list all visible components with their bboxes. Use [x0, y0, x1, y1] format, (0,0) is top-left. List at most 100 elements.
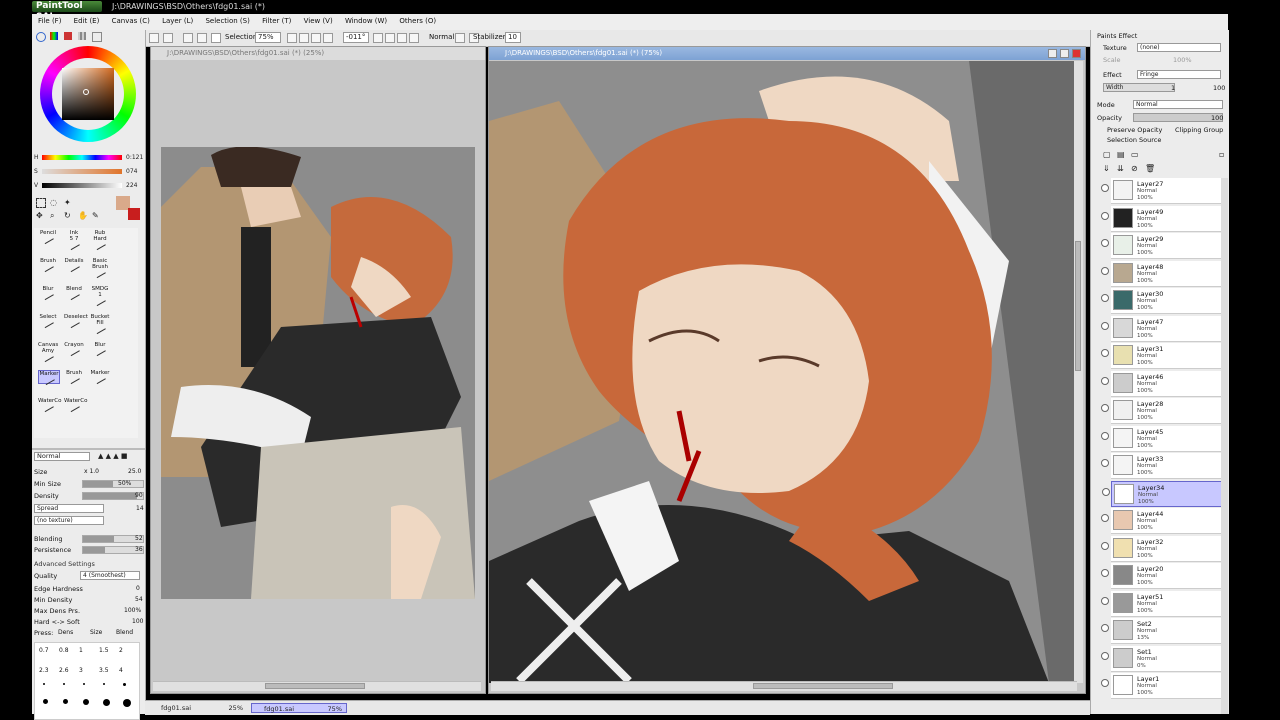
menu-others[interactable]: Others (O): [399, 17, 436, 25]
brush-mode-select[interactable]: Normal: [34, 452, 90, 461]
spread-value[interactable]: 14: [136, 505, 144, 512]
tool-waterco[interactable]: WaterCo: [64, 398, 87, 413]
menu-file[interactable]: File (F): [38, 17, 61, 25]
tool-select[interactable]: Select: [38, 314, 58, 329]
maximize-button[interactable]: [1060, 49, 1069, 58]
size-preset-dot[interactable]: [83, 683, 85, 685]
canvas-window-75[interactable]: J:\DRAWINGS\BSD\Others\fdg01.sai (*) (75…: [488, 46, 1086, 694]
menu-canvas[interactable]: Canvas (C): [112, 17, 150, 25]
new-layer-icon[interactable]: ▢: [1103, 150, 1111, 159]
deselect-button[interactable]: [183, 33, 193, 43]
scratchpad-icon[interactable]: [92, 32, 102, 42]
canvas-tab-2[interactable]: fdg01.sai 75%: [251, 703, 347, 713]
eye-icon[interactable]: [1101, 321, 1109, 330]
eye-icon[interactable]: [1101, 349, 1109, 357]
size-preset-dot[interactable]: [103, 699, 110, 706]
layer-row[interactable]: Layer49 Normal 100%: [1101, 205, 1222, 232]
size-preset[interactable]: 0.8: [59, 647, 69, 654]
tool-ink[interactable]: Ink 5 7: [64, 230, 84, 251]
flip-button[interactable]: [409, 33, 419, 43]
value-slider[interactable]: [42, 183, 122, 188]
menu-window[interactable]: Window (W): [345, 17, 387, 25]
size-multiplier[interactable]: x 1.0: [84, 468, 99, 475]
color-picker-cursor[interactable]: [83, 89, 89, 95]
layer-row[interactable]: Layer31 Normal 100%: [1101, 343, 1222, 369]
layer-row[interactable]: Layer46 Normal 100%: [1101, 370, 1222, 397]
size-preset-dot[interactable]: [123, 683, 126, 686]
eye-icon[interactable]: [1101, 266, 1109, 275]
texture-select[interactable]: (no texture): [34, 516, 104, 525]
hue-slider[interactable]: [42, 155, 122, 160]
opacity-slider[interactable]: [1133, 113, 1223, 122]
layer-row[interactable]: Layer51 Normal 100%: [1101, 590, 1222, 617]
press-blend-checkbox[interactable]: Blend: [116, 629, 133, 636]
tool-pencil[interactable]: Pencil: [38, 230, 58, 245]
zoom-in-button[interactable]: [299, 33, 309, 43]
eye-icon[interactable]: [1101, 239, 1109, 247]
tool-blend[interactable]: Blend: [64, 286, 84, 301]
undo-button[interactable]: [149, 33, 159, 43]
tool-rub[interactable]: Rub Hard: [90, 230, 110, 251]
layer-row[interactable]: Layer20 Normal 100%: [1101, 563, 1222, 589]
size-preset-dot[interactable]: [63, 699, 68, 704]
layer-row[interactable]: Layer47 Normal 100%: [1101, 315, 1222, 342]
rotation-field[interactable]: -011°: [343, 32, 369, 43]
menu-edit[interactable]: Edit (E): [74, 17, 100, 25]
layer-row[interactable]: Set1 Normal 0%: [1101, 645, 1222, 672]
zoom-out-button[interactable]: [287, 33, 297, 43]
horizontal-scrollbar-2[interactable]: [491, 681, 1077, 691]
color-wheel[interactable]: [40, 46, 136, 142]
zoom-field[interactable]: 75%: [255, 32, 281, 43]
tool-smdg-1[interactable]: SMDG 1: [90, 286, 110, 307]
menu-view[interactable]: View (V): [304, 17, 333, 25]
tool-marker[interactable]: Marker: [38, 370, 60, 386]
width-value[interactable]: 1: [1171, 84, 1175, 92]
size-preset-dot[interactable]: [43, 699, 48, 704]
invert-selection-button[interactable]: [197, 33, 207, 43]
size-preset[interactable]: 3.5: [99, 667, 109, 674]
minimize-button[interactable]: [1048, 49, 1057, 58]
eye-icon[interactable]: [1101, 679, 1109, 687]
hard-soft-value[interactable]: 100: [132, 618, 143, 625]
color-wheel-icon[interactable]: [36, 32, 46, 42]
eyedropper-icon[interactable]: ✎: [92, 211, 99, 220]
preserve-opacity-checkbox[interactable]: Preserve Opacity: [1107, 126, 1162, 134]
hand-icon[interactable]: ✋: [78, 211, 88, 220]
layer-row[interactable]: Layer48 Normal 100%: [1101, 260, 1222, 287]
size-value[interactable]: 25.0: [128, 468, 141, 475]
canvas-window-25[interactable]: J:\DRAWINGS\BSD\Others\fdg01.sai (*) (25…: [150, 46, 486, 694]
size-preset[interactable]: 4: [119, 667, 123, 674]
horizontal-scrollbar-1[interactable]: [153, 681, 481, 691]
layer-scrollbar[interactable]: [1221, 178, 1228, 714]
layer-row[interactable]: Layer44 Normal 100%: [1101, 508, 1222, 534]
effect-select[interactable]: Fringe: [1137, 70, 1221, 79]
transfer-down-icon[interactable]: ⇓: [1103, 164, 1110, 173]
eye-icon[interactable]: [1101, 404, 1109, 412]
tool-blur[interactable]: Blur: [38, 286, 58, 301]
eye-icon[interactable]: [1101, 431, 1109, 440]
eye-icon[interactable]: [1101, 569, 1109, 577]
width-field[interactable]: Width: [1103, 83, 1175, 92]
scroll-thumb-1[interactable]: [265, 683, 365, 689]
size-preset[interactable]: 2.6: [59, 667, 69, 674]
menu-filter[interactable]: Filter (T): [262, 17, 291, 25]
eye-icon[interactable]: [1102, 487, 1110, 496]
layer-row[interactable]: Layer45 Normal 100%: [1101, 425, 1222, 452]
eye-icon[interactable]: [1101, 541, 1109, 550]
eye-icon[interactable]: [1101, 624, 1109, 632]
advanced-settings-header[interactable]: Advanced Settings: [34, 560, 95, 568]
merge-down-icon[interactable]: ⇊: [1117, 164, 1124, 173]
tip-shape-icons[interactable]: ▲ ▲ ▲ ■: [98, 452, 127, 460]
size-preset[interactable]: 2.3: [39, 667, 49, 674]
size-preset[interactable]: 1: [79, 647, 83, 654]
max-dens-value[interactable]: 100%: [124, 607, 141, 614]
size-preset[interactable]: 1.5: [99, 647, 109, 654]
redo-button[interactable]: [163, 33, 173, 43]
secondary-color-swatch[interactable]: [128, 208, 140, 220]
quality-select[interactable]: 4 (Smoothest): [80, 571, 140, 580]
close-button[interactable]: [1072, 49, 1081, 58]
layer-row[interactable]: Layer28 Normal 100%: [1101, 398, 1222, 424]
tool-brush[interactable]: Brush: [64, 370, 84, 385]
eye-icon[interactable]: [1101, 459, 1109, 467]
eye-icon[interactable]: [1101, 294, 1109, 302]
